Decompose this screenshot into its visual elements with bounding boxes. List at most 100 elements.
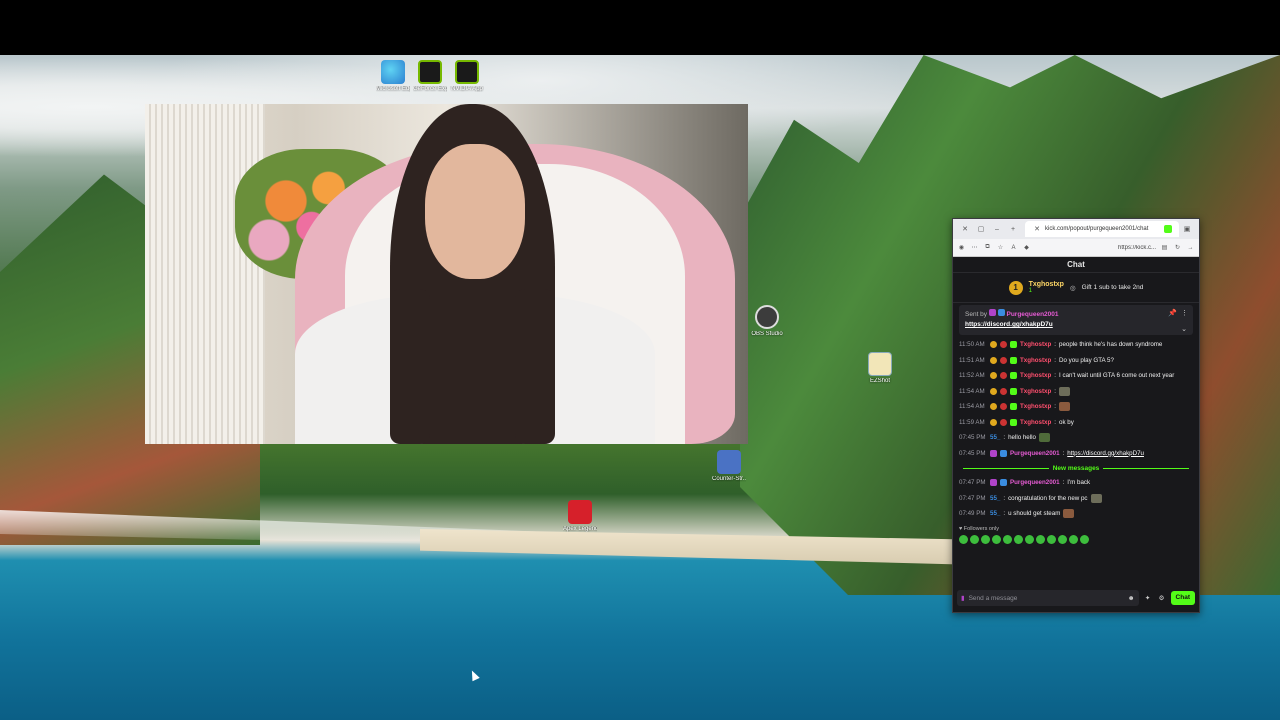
counter-strike-desktop-icon[interactable]: Counter-Str...	[712, 450, 746, 482]
nvidia-app-icon-1[interactable]: GeForce Exper...	[413, 60, 447, 92]
emote-button[interactable]	[1080, 535, 1089, 544]
copilot-icon[interactable]: ◉	[957, 244, 966, 251]
chat-message: 07:45 PM Purgequeen2001: https://discord…	[959, 449, 1144, 457]
edge-desktop-icon[interactable]: Microsoft Edge	[376, 60, 410, 92]
chat-username[interactable]: Txghostxp	[1020, 403, 1051, 410]
webcam-person-face	[425, 144, 525, 279]
nvidia-app-icon-2[interactable]: NVIDIA App	[450, 60, 484, 92]
pinned-user[interactable]: Purgequeen2001	[1006, 311, 1058, 318]
sub-badge	[1010, 403, 1017, 411]
gift-badge	[1000, 387, 1007, 395]
mod-badge	[988, 309, 996, 316]
emote-button[interactable]	[1014, 535, 1023, 544]
chat-emote	[1090, 493, 1102, 503]
chat-message: 11:52 AM Txghostxp: I can't wait until G…	[959, 372, 1175, 380]
chat-username[interactable]: Purgequeen2001	[1010, 479, 1060, 486]
vip-badge	[1000, 479, 1007, 487]
extensions-icon[interactable]: ⧉	[983, 244, 992, 251]
og-badge	[990, 403, 997, 411]
refresh-icon[interactable]: ↻	[1173, 244, 1182, 251]
emote-button[interactable]	[1069, 535, 1078, 544]
webcam-curtain	[145, 104, 265, 444]
chevron-down-icon[interactable]: ⌄	[1181, 325, 1187, 333]
chat-messages: 11:50 AM Txghostxp: people think he's ha…	[953, 335, 1199, 524]
emote-button[interactable]	[959, 535, 968, 544]
nvidia-icon	[418, 60, 442, 84]
sub-badge	[1010, 341, 1017, 349]
chat-username[interactable]: 55_	[990, 510, 1000, 517]
chat-message: 07:47 PM Purgequeen2001: I'm back	[959, 479, 1091, 487]
chat-username[interactable]: 55_	[990, 434, 1000, 441]
emote-button[interactable]	[1003, 535, 1012, 544]
ezshot-desktop-icon[interactable]: EZShot	[863, 352, 897, 384]
chat-input-row: ▮ Send a message ☻ ✦ ⚙ Chat	[957, 590, 1195, 606]
chat-link[interactable]: https://discord.gg/xhakpD7u	[1067, 450, 1144, 457]
chat-message: 07:47 PM 55_: congratulation for the new…	[959, 491, 1193, 507]
minimize-window-icon[interactable]: –	[989, 226, 1005, 233]
pin-icon[interactable]: 📌	[1168, 309, 1177, 317]
vip-badge	[997, 309, 1005, 316]
edge-icon	[381, 60, 405, 84]
mod-badge	[990, 449, 997, 457]
gift-leader-count: 1	[1028, 288, 1032, 294]
chat-message: 11:50 AM Txghostxp: people think he's ha…	[959, 341, 1163, 349]
og-badge	[990, 356, 997, 364]
tab-actions-icon[interactable]: ▣	[1179, 225, 1195, 233]
chat-username[interactable]: Txghostxp	[1020, 388, 1051, 395]
settings-icon[interactable]: ⚙	[1157, 594, 1167, 602]
nvidia-icon	[455, 60, 479, 84]
close-window-icon[interactable]: ✕	[957, 225, 973, 233]
chat-username[interactable]: Txghostxp	[1020, 419, 1051, 426]
gift-badge	[1000, 356, 1007, 364]
kick-favicon-icon	[1164, 225, 1172, 233]
address-url[interactable]: https://kick.c...	[1118, 245, 1156, 251]
more-options-icon[interactable]: ⋮	[1181, 309, 1188, 317]
emote-button[interactable]	[1058, 535, 1067, 544]
chat-username[interactable]: Txghostxp	[1020, 341, 1051, 348]
og-badge	[990, 418, 997, 426]
emote-button[interactable]	[981, 535, 990, 544]
emote-button[interactable]	[1025, 535, 1034, 544]
read-aloud-icon[interactable]: A	[1009, 245, 1018, 251]
chat-username[interactable]: Purgequeen2001	[1010, 450, 1060, 457]
emote-button[interactable]	[970, 535, 979, 544]
gift-badge	[1000, 403, 1007, 411]
more-icon[interactable]: ⋯	[970, 244, 979, 251]
emote-button[interactable]	[1036, 535, 1045, 544]
kick-chat-popout-window: ✕ ▢ – + ✕ kick.com/popout/purgequeen2001…	[952, 218, 1200, 613]
emote-button[interactable]	[992, 535, 1001, 544]
chat-message-input[interactable]: ▮ Send a message ☻	[957, 590, 1139, 606]
gift-leaderboard[interactable]: 1 Txghostxp 1 ◎ Gift 1 sub to take 2nd	[953, 273, 1199, 303]
new-messages-divider[interactable]: New messages	[959, 461, 1193, 475]
chat-message: 11:51 AM Txghostxp: Do you play GTA 5?	[959, 356, 1114, 364]
chat-title: Chat	[953, 257, 1199, 273]
forward-icon[interactable]: →	[1186, 245, 1195, 251]
og-badge	[990, 341, 997, 349]
browser-tab[interactable]: ✕ kick.com/popout/purgequeen2001/chat	[1025, 221, 1179, 237]
sub-badge	[1010, 372, 1017, 380]
og-badge	[990, 387, 997, 395]
chat-username[interactable]: 55_	[990, 495, 1000, 502]
chat-username[interactable]: Txghostxp	[1020, 357, 1051, 364]
shield-icon[interactable]: ◆	[1022, 244, 1031, 251]
favorite-icon[interactable]: ☆	[996, 244, 1005, 251]
chat-message: 11:59 AM Txghostxp: ok by	[959, 418, 1074, 426]
new-tab-icon[interactable]: +	[1005, 226, 1021, 233]
kick-coins-icon[interactable]: ✦	[1143, 594, 1153, 602]
emote-button[interactable]	[1047, 535, 1056, 544]
close-tab-icon[interactable]: ✕	[1029, 225, 1045, 233]
pinned-message[interactable]: Sent by Purgequeen2001 https://discord.g…	[959, 305, 1193, 335]
chat-emote	[1038, 433, 1050, 443]
send-chat-button[interactable]: Chat	[1170, 591, 1195, 605]
apex-icon	[568, 500, 592, 524]
pinned-link[interactable]: https://discord.gg/xhakpD7u	[965, 321, 1187, 328]
chat-username[interactable]: Txghostxp	[1020, 372, 1051, 379]
restore-window-icon[interactable]: ▢	[973, 225, 989, 233]
gift-leader-user: Txghostxp	[1028, 281, 1064, 288]
apex-desktop-icon[interactable]: Apex Legends	[563, 500, 597, 532]
chat-emote	[1063, 509, 1075, 519]
emoji-icon[interactable]: ☻	[1128, 595, 1135, 602]
obs-desktop-icon[interactable]: OBS Studio	[750, 305, 784, 337]
quick-emote-bar	[953, 534, 1199, 546]
sub-badge	[1010, 418, 1017, 426]
